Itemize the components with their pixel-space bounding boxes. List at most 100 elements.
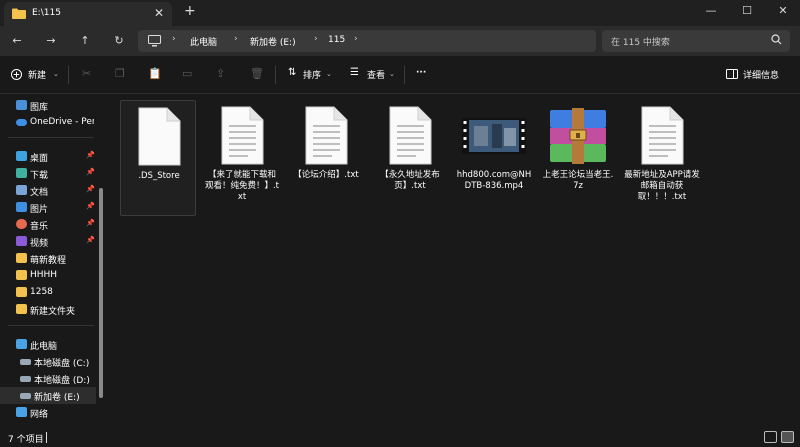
sidebar-item-label: HHHH — [30, 270, 58, 280]
sidebar-item-documents[interactable]: 文档 📌 — [0, 182, 96, 199]
search-input[interactable]: 在 115 中搜索 — [602, 30, 790, 52]
command-bar: 新建 ⌄ ✂ ❐ 📋 ▭ ⇪ 🗑 ⇅ 排序 ⌄ ☰ 查看 ⌄ ··· 详细信息 — [0, 56, 800, 94]
tab-current[interactable]: E:\115 ✕ — [4, 2, 172, 26]
sidebar-item-folder-1[interactable]: 萌新教程 — [0, 250, 96, 267]
chevron-down-icon: ⌄ — [326, 70, 332, 78]
drive-icon — [20, 359, 31, 365]
breadcrumb-separator: › — [172, 34, 176, 44]
file-name: 【永久地址发布页】.txt — [380, 170, 440, 191]
sidebar-item-label: 本地磁盘 (D:) — [34, 376, 90, 386]
text-file-icon — [221, 106, 264, 165]
breadcrumb-drive-e[interactable]: 新加卷 (E:) — [250, 35, 296, 48]
pc-icon — [148, 35, 161, 47]
cloud-icon — [16, 119, 27, 126]
copy-icon[interactable]: ❐ — [115, 67, 125, 80]
folder-icon — [16, 287, 27, 297]
search-icon — [771, 34, 782, 45]
sidebar-item-this-pc[interactable]: 此电脑 — [0, 336, 96, 353]
new-tab-button[interactable]: + — [184, 3, 196, 19]
file-item[interactable]: .DS_Store — [120, 100, 196, 216]
sidebar-item-folder-2[interactable]: HHHH — [0, 267, 96, 284]
sidebar-item-label: 萌新教程 — [30, 256, 67, 266]
new-button[interactable]: 新建 — [28, 68, 46, 81]
maximize-button[interactable]: ☐ — [730, 0, 764, 22]
address-bar[interactable]: › 此电脑 › 新加卷 (E:) › 115 › — [138, 30, 596, 52]
title-bar: E:\115 ✕ + — ☐ ✕ — [0, 0, 800, 26]
sort-button[interactable]: 排序 — [303, 68, 321, 81]
navigation-pane: 图库 OneDrive - Perso 桌面 📌 下载 📌 文档 📌 图片 📌 … — [0, 94, 104, 428]
sidebar-item-onedrive[interactable]: OneDrive - Perso — [0, 114, 96, 131]
file-name: 上老王论坛当老王.7z — [542, 170, 614, 191]
sidebar-item-network[interactable]: 网络 — [0, 404, 96, 421]
file-item[interactable]: 【论坛介绍】.txt — [288, 100, 364, 216]
breadcrumb-this-pc[interactable]: 此电脑 — [190, 35, 217, 48]
share-icon[interactable]: ⇪ — [216, 67, 225, 80]
file-name: 最新地址及APP请发邮箱自动获取！！！.txt — [624, 170, 700, 202]
toolbar-divider — [68, 66, 69, 84]
forward-button[interactable]: → — [42, 32, 60, 50]
tab-close-icon[interactable]: ✕ — [154, 6, 164, 20]
sidebar-item-music[interactable]: 音乐 📌 — [0, 216, 96, 233]
refresh-button[interactable]: ↻ — [110, 32, 128, 50]
more-options-button[interactable]: ··· — [416, 68, 426, 78]
sidebar-divider — [8, 325, 94, 326]
chevron-down-icon: ⌄ — [389, 70, 395, 78]
file-name: 【来了就能下载和观看！纯免费！】.txt — [204, 170, 280, 202]
paste-icon[interactable]: 📋 — [148, 67, 162, 80]
sidebar-item-label: 本地磁盘 (C:) — [34, 359, 90, 369]
document-icon — [16, 185, 27, 195]
file-item[interactable]: 最新地址及APP请发邮箱自动获取！！！.txt — [624, 100, 700, 216]
sidebar-item-videos[interactable]: 视频 📌 — [0, 233, 96, 250]
file-item[interactable]: 上老王论坛当老王.7z — [540, 100, 616, 216]
folder-icon — [16, 270, 27, 280]
file-name: 【论坛介绍】.txt — [293, 170, 359, 180]
sidebar-item-downloads[interactable]: 下载 📌 — [0, 165, 96, 182]
back-button[interactable]: ← — [8, 32, 26, 50]
file-item[interactable]: 【来了就能下载和观看！纯免费！】.txt — [204, 100, 280, 216]
breadcrumb-separator: › — [354, 34, 358, 44]
pin-icon: 📌 — [86, 236, 95, 244]
breadcrumb-115[interactable]: 115 — [328, 35, 345, 45]
sidebar-item-gallery[interactable]: 图库 — [0, 97, 96, 114]
chevron-down-icon: ⌄ — [53, 70, 59, 78]
sidebar-item-drive-e[interactable]: 新加卷 (E:) — [0, 387, 96, 404]
gallery-icon — [16, 100, 27, 110]
sidebar-item-drive-d[interactable]: 本地磁盘 (D:) — [0, 370, 96, 387]
sidebar-divider — [8, 137, 94, 138]
minimize-button[interactable]: — — [694, 0, 728, 22]
folder-icon — [16, 304, 27, 314]
sidebar-item-label: 文档 — [30, 188, 49, 198]
pin-icon: 📌 — [86, 202, 95, 210]
archive-icon — [550, 108, 606, 164]
pin-icon: 📌 — [86, 185, 95, 193]
sidebar-item-pictures[interactable]: 图片 📌 — [0, 199, 96, 216]
pin-icon: 📌 — [86, 168, 95, 176]
new-icon — [11, 69, 22, 80]
file-item[interactable]: 【永久地址发布页】.txt — [372, 100, 448, 216]
view-button[interactable]: 查看 — [367, 68, 385, 81]
text-file-icon — [641, 106, 684, 165]
toolbar-divider — [275, 66, 276, 84]
sidebar-scrollbar[interactable] — [99, 188, 103, 398]
sidebar-item-label: 桌面 — [30, 154, 49, 164]
file-item[interactable]: hhd800.com@NHDTB-836.mp4 — [456, 100, 532, 216]
drive-icon — [20, 393, 31, 399]
details-button[interactable]: 详细信息 — [743, 68, 779, 81]
delete-icon[interactable]: 🗑 — [250, 67, 264, 80]
sidebar-item-folder-3[interactable]: 1258 — [0, 284, 96, 301]
sidebar-item-label: 新建文件夹 — [30, 307, 76, 317]
details-view-icon[interactable] — [764, 431, 777, 443]
rename-icon[interactable]: ▭ — [182, 67, 192, 80]
large-icons-view-icon[interactable] — [781, 431, 794, 443]
sidebar-item-label: 视频 — [30, 239, 49, 249]
status-divider — [46, 432, 47, 443]
view-icon: ☰ — [350, 67, 359, 78]
sidebar-item-desktop[interactable]: 桌面 📌 — [0, 148, 96, 165]
sidebar-item-drive-c[interactable]: 本地磁盘 (C:) — [0, 353, 96, 370]
close-window-button[interactable]: ✕ — [766, 0, 800, 22]
navigation-bar: ← → ↑ ↻ › 此电脑 › 新加卷 (E:) › 115 › 在 115 中… — [0, 26, 800, 56]
cut-icon[interactable]: ✂ — [82, 67, 91, 80]
sidebar-item-folder-4[interactable]: 新建文件夹 — [0, 301, 96, 318]
folder-icon — [12, 8, 26, 19]
up-button[interactable]: ↑ — [76, 32, 94, 50]
